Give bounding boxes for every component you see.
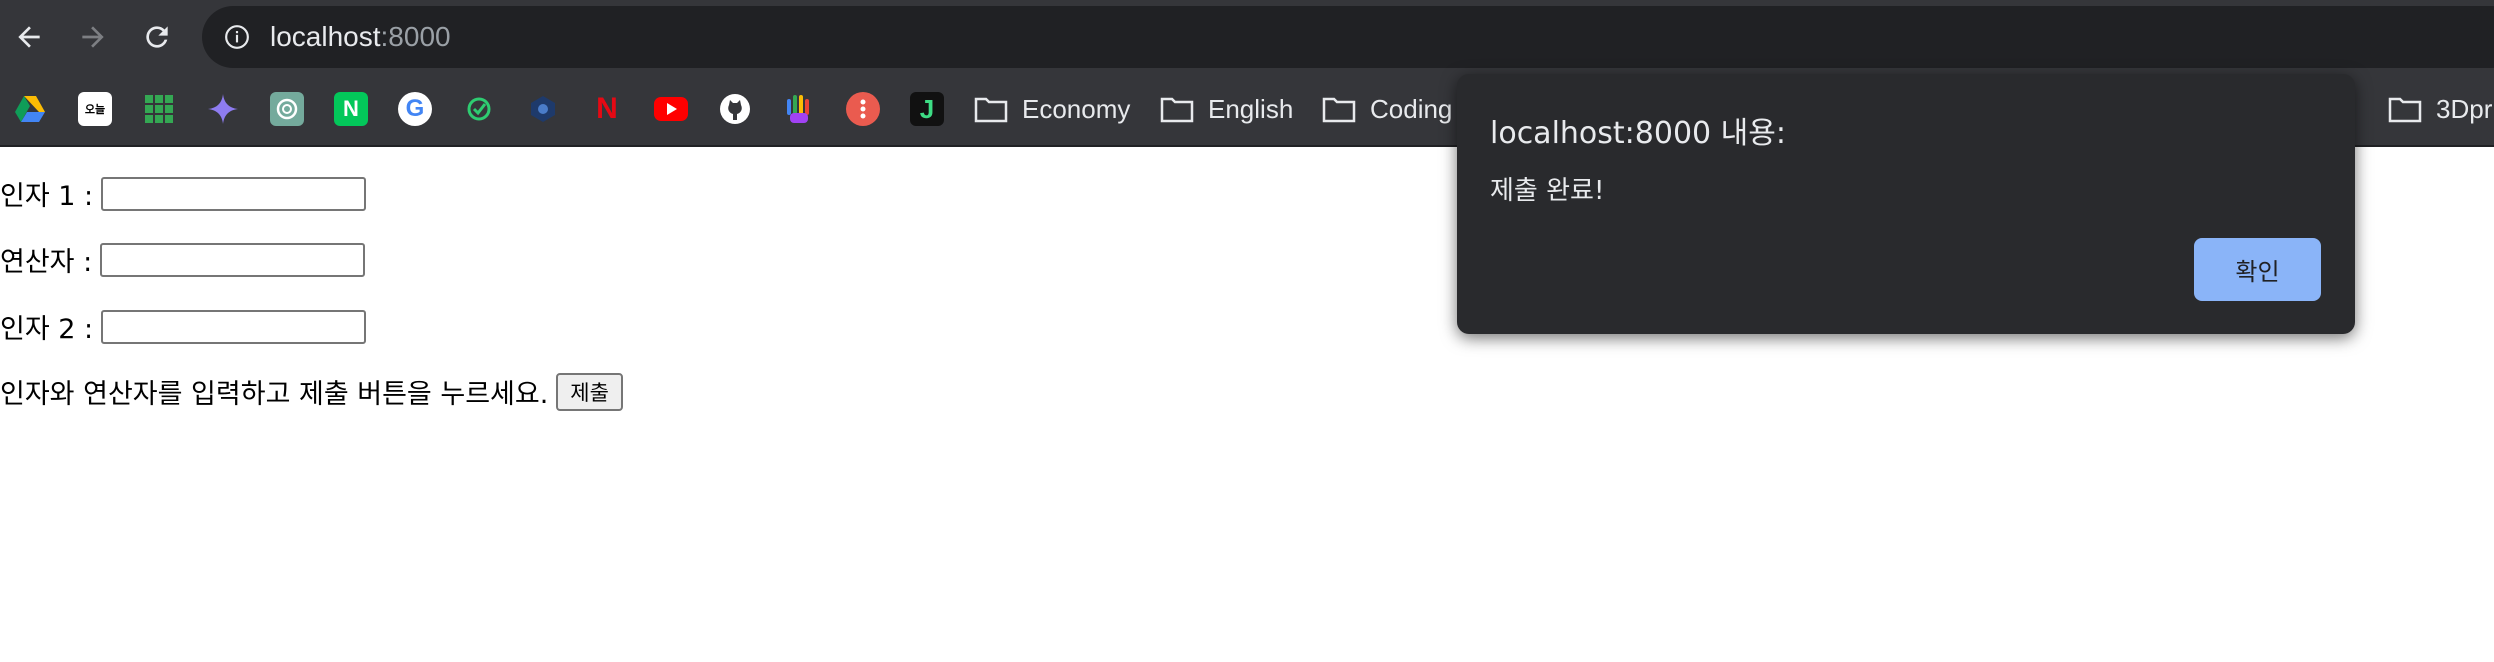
calendar-icon: 오늘: [84, 103, 106, 116]
back-button[interactable]: [4, 12, 54, 62]
folder-icon: [2388, 97, 2422, 123]
bookmark-youtube[interactable]: [654, 92, 688, 126]
operator-input[interactable]: [100, 242, 366, 277]
bookmark-chatgpt[interactable]: [270, 92, 304, 126]
bookmark-folder-coding[interactable]: Coding: [1322, 92, 1452, 126]
operator-label: 연산자 :: [0, 247, 93, 278]
gemini-icon: [208, 94, 238, 124]
address-bar[interactable]: localhost:8000: [202, 6, 2494, 68]
url-host: localhost: [270, 21, 381, 52]
instruction-row: 인자와 연산자를 입력하고 제출 버튼을 누르세요. 제출: [0, 372, 623, 411]
naver-icon: N: [343, 96, 359, 121]
blue-app-icon: [531, 96, 555, 122]
site-info-icon[interactable]: [224, 24, 250, 50]
bookmark-github[interactable]: [718, 92, 752, 126]
folder-icon: [1160, 97, 1194, 123]
folder-icon: [974, 97, 1008, 123]
dialog-title: localhost:8000 내용:: [1490, 116, 1786, 151]
folder-label: Coding: [1370, 93, 1453, 124]
google-icon: G: [405, 95, 425, 122]
browser-toolbar: localhost:8000: [0, 0, 2494, 73]
folder-label: Economy: [1022, 93, 1131, 124]
operator-row: 연산자 :: [0, 240, 366, 279]
operand2-input[interactable]: [101, 309, 367, 344]
dialog-message: 제출 완료!: [1490, 176, 1605, 206]
bookmark-netflix[interactable]: N: [590, 92, 624, 126]
ok-button[interactable]: 확인: [2194, 238, 2321, 301]
youtube-icon: [654, 97, 688, 121]
google-drive-icon: [15, 96, 45, 122]
red-dots-icon: [860, 99, 866, 119]
bookmark-google-drive[interactable]: [13, 92, 47, 126]
operand1-row: 인자 1 :: [0, 174, 367, 213]
folder-label: 3Dpr: [2436, 93, 2493, 124]
bookmark-naver[interactable]: N: [334, 92, 368, 126]
operand2-row: 인자 2 :: [0, 307, 367, 346]
folder-label: English: [1208, 93, 1294, 124]
submit-button[interactable]: 제출: [556, 372, 623, 411]
url-text: localhost:8000: [270, 20, 451, 54]
arrow-right-icon: [82, 26, 104, 48]
operand1-input[interactable]: [101, 176, 367, 211]
bookmark-j-app[interactable]: J: [910, 92, 944, 126]
bookmark-folder-3dpr[interactable]: 3Dpr: [2388, 92, 2492, 126]
reload-icon: [146, 26, 168, 48]
bookmark-folder-english[interactable]: English: [1160, 92, 1293, 126]
url-port: :8000: [380, 21, 451, 52]
netflix-icon: N: [596, 92, 618, 125]
reload-button[interactable]: [132, 12, 182, 62]
bookmark-gemini[interactable]: [206, 92, 240, 126]
bookmark-colorful[interactable]: [782, 92, 816, 126]
forward-button[interactable]: [68, 12, 118, 62]
operand1-label: 인자 1 :: [0, 181, 94, 212]
colorful-hand-icon: [787, 95, 809, 123]
apps-grid-icon: [145, 95, 173, 123]
chatgpt-icon: [276, 98, 298, 120]
github-icon: [720, 94, 750, 124]
alert-dialog: localhost:8000 내용: 제출 완료! 확인: [1457, 74, 2355, 334]
bookmark-calendar[interactable]: 오늘: [78, 92, 112, 126]
bookmark-folder-economy[interactable]: Economy: [974, 92, 1130, 126]
bookmark-blue-app[interactable]: [526, 92, 560, 126]
folder-icon: [1322, 97, 1356, 123]
bookmark-google[interactable]: G: [398, 92, 432, 126]
j-app-icon: J: [919, 93, 935, 124]
instruction-text: 인자와 연산자를 입력하고 제출 버튼을 누르세요.: [0, 379, 549, 410]
bookmark-green-app[interactable]: [462, 92, 496, 126]
bookmark-red-dots[interactable]: [846, 92, 880, 126]
bookmark-apps[interactable]: [142, 92, 176, 126]
operand2-label: 인자 2 :: [0, 314, 94, 345]
green-app-icon: [467, 97, 491, 121]
arrow-left-icon: [18, 26, 40, 48]
